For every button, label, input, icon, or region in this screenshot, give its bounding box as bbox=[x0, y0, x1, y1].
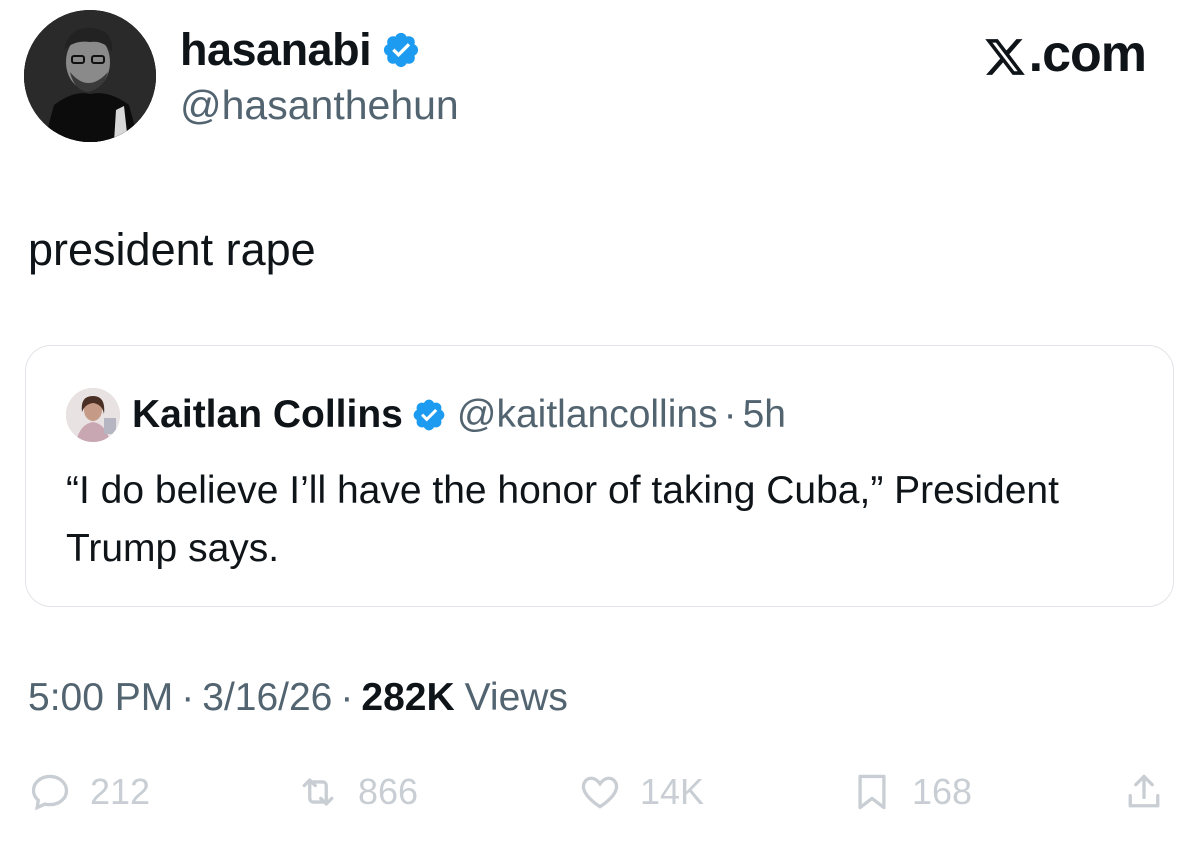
reply-count: 212 bbox=[90, 771, 151, 812]
separator-dot: · bbox=[181, 676, 195, 719]
quoted-timestamp[interactable]: 5h bbox=[743, 393, 786, 437]
bookmark-count: 168 bbox=[912, 771, 973, 812]
bookmark-button[interactable]: 168 bbox=[850, 770, 972, 814]
repost-icon bbox=[302, 778, 334, 806]
x-logo-icon bbox=[983, 32, 1027, 76]
brand-label: .com bbox=[1028, 25, 1147, 83]
verified-badge-icon bbox=[411, 397, 447, 433]
share-button[interactable] bbox=[1122, 770, 1166, 814]
verified-badge-icon bbox=[381, 30, 421, 70]
author-handle[interactable]: @hasanthehun bbox=[180, 82, 459, 129]
separator-dot: · bbox=[723, 393, 737, 436]
quoted-author-handle[interactable]: @kaitlancollins bbox=[457, 393, 718, 437]
repost-button[interactable]: 866 bbox=[296, 770, 418, 814]
tweet-time[interactable]: 5:00 PM bbox=[28, 676, 173, 720]
brand-watermark: .com bbox=[983, 24, 1147, 84]
like-button[interactable]: 14K bbox=[578, 770, 704, 814]
reply-button[interactable]: 212 bbox=[28, 770, 150, 814]
author-display-name[interactable]: hasanabi bbox=[180, 24, 372, 76]
tweet-meta: 5:00 PM · 3/16/26 · 282K Views bbox=[28, 676, 568, 720]
quoted-author-avatar[interactable] bbox=[66, 388, 120, 442]
author-avatar[interactable] bbox=[24, 10, 156, 142]
bookmark-icon bbox=[858, 774, 886, 810]
repost-count: 866 bbox=[358, 771, 419, 812]
views-count: 282K bbox=[361, 676, 455, 719]
quoted-tweet-header: Kaitlan Collins @kaitlancollins · 5h bbox=[66, 388, 786, 442]
reply-icon bbox=[31, 774, 69, 811]
quoted-author-name[interactable]: Kaitlan Collins bbox=[132, 393, 403, 437]
views-label: Views bbox=[464, 676, 568, 719]
action-bar: 212 866 14K 168 bbox=[0, 770, 1200, 830]
author-name-row: hasanabi bbox=[180, 24, 421, 76]
tweet-text: president rape bbox=[28, 224, 316, 275]
like-count: 14K bbox=[640, 771, 705, 812]
tweet-date[interactable]: 3/16/26 bbox=[202, 676, 332, 720]
separator-dot: · bbox=[340, 676, 354, 719]
quoted-tweet-text: “I do believe I’ll have the honor of tak… bbox=[66, 469, 1059, 570]
share-icon bbox=[1128, 774, 1160, 808]
heart-icon bbox=[581, 776, 619, 809]
quoted-tweet-card[interactable]: Kaitlan Collins @kaitlancollins · 5h “I … bbox=[25, 345, 1174, 607]
